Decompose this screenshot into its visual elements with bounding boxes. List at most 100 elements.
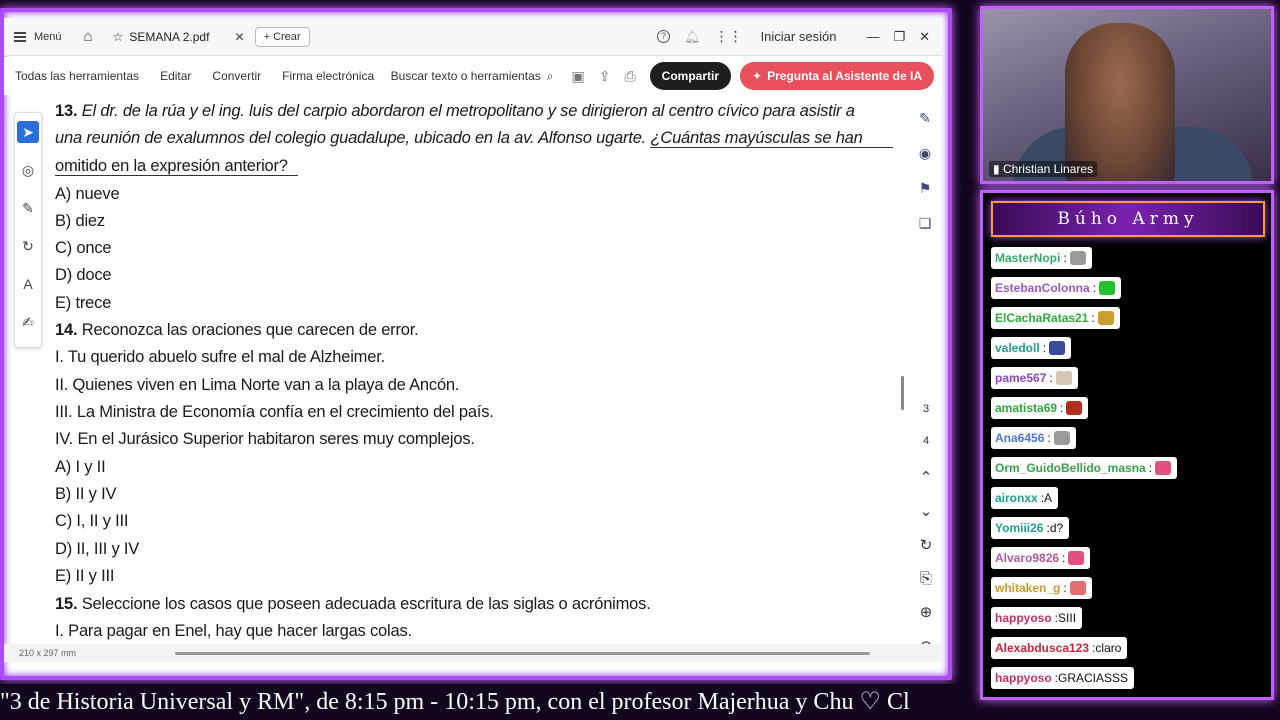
minimize-icon[interactable]: —	[866, 29, 879, 44]
chat-username[interactable]: aironxx	[995, 491, 1038, 505]
chat-username[interactable]: MasterNopi	[995, 251, 1060, 265]
chat-username[interactable]: Ana6456	[995, 431, 1044, 445]
left-tool-rail: ➤ ◎ ✎ ↻ A ✍	[14, 112, 42, 348]
plus-icon: +	[263, 30, 274, 43]
bell-icon[interactable]: 🔔︎	[684, 29, 701, 45]
q13-option: A) nueve	[55, 185, 120, 203]
draw-loop-icon[interactable]: ↻	[17, 235, 39, 257]
share-button[interactable]: Compartir	[649, 62, 731, 90]
chat-emote-icon	[1055, 371, 1072, 385]
zoom-in-icon[interactable]: ⊕	[920, 603, 933, 621]
chat-username[interactable]: amatista69	[995, 401, 1057, 415]
search-tools[interactable]: Buscar texto o herramientas ⌕	[391, 69, 554, 84]
chat-message: MasterNopi:	[991, 247, 1271, 277]
sign-icon[interactable]: ✍	[17, 311, 39, 333]
chat-bubble: EstebanColonna:	[991, 277, 1122, 299]
chat-bubble: Ana6456:	[991, 427, 1076, 449]
sign-in-link[interactable]: Iniciar sesión	[761, 29, 837, 44]
toolbar-all-tools[interactable]: Todas las herramientas	[15, 69, 139, 83]
chat-bubble: ElCachaRatas21:	[991, 307, 1120, 329]
upload-icon[interactable]: ⇪	[599, 68, 611, 85]
ai-assistant-button[interactable]: ✦ Pregunta al Asistente de IA	[740, 62, 934, 90]
chat-message: ElCachaRatas21:	[991, 307, 1271, 337]
q15-text: Seleccione los casos que poseen adecuada…	[81, 595, 651, 613]
search-label: Buscar texto o herramientas	[390, 69, 541, 83]
chat-bubble: happyoso: SIII	[991, 607, 1083, 629]
chat-separator: :	[1060, 401, 1064, 415]
create-button[interactable]: + Crear	[254, 26, 310, 47]
chat-emote-icon	[1099, 281, 1116, 295]
chat-username[interactable]: Orm_GuidoBellido_masna	[995, 461, 1146, 475]
restore-icon[interactable]: ❐	[893, 29, 905, 45]
chat-username[interactable]: pame567	[995, 371, 1046, 385]
q13-number: 13.	[55, 102, 78, 120]
chat-bubble: amatista69:	[991, 397, 1089, 419]
q14-heading: 14. Reconozca las oraciones que carecen …	[55, 321, 419, 340]
close-window-icon[interactable]: ✕	[919, 29, 930, 45]
chat-message: Yomiii26: d?	[991, 517, 1271, 547]
save-icon[interactable]: ▣	[571, 68, 584, 85]
chat-separator: :	[1148, 461, 1153, 475]
chat-panel: Búho Army MasterNopi: EstebanColonna: El…	[980, 190, 1274, 700]
chat-message-list: MasterNopi: EstebanColonna: ElCachaRatas…	[991, 247, 1271, 697]
document-tab[interactable]: ☆ SEMANA 2.pdf ✕	[107, 22, 249, 52]
toolbar-edit[interactable]: Editar	[160, 69, 191, 83]
stream-ticker: "3 de Historia Universal y RM", de 8:15 …	[0, 684, 960, 720]
chat-username[interactable]: ElCachaRatas21	[995, 311, 1088, 325]
menu-button[interactable]: Menú	[14, 31, 62, 43]
chat-username[interactable]: valedoll	[995, 341, 1040, 355]
pen-icon[interactable]: ✎	[17, 197, 39, 219]
chat-username[interactable]: happyoso	[995, 671, 1052, 685]
select-cursor-icon[interactable]: ➤	[17, 121, 39, 143]
help-icon[interactable]: ?	[657, 30, 671, 43]
edit-pdf-icon[interactable]: ✎	[919, 110, 931, 127]
chat-bubble: happyoso: GRACIASSS	[991, 667, 1135, 689]
webcam-person	[1065, 23, 1175, 181]
chevron-up-icon[interactable]: ⌃	[920, 468, 933, 486]
chat-text: SIII	[1058, 611, 1077, 625]
chevron-down-icon[interactable]: ⌄	[920, 502, 933, 520]
chat-title: Búho Army	[991, 201, 1265, 237]
vertical-scrollbar[interactable]	[901, 376, 904, 410]
chat-username[interactable]: Alvaro9826	[995, 551, 1059, 565]
ai-assistant-label: Pregunta al Asistente de IA	[767, 69, 922, 83]
comment-icon[interactable]: ◎	[17, 159, 39, 181]
chat-emote-icon	[1097, 311, 1114, 325]
chat-emote-icon	[1069, 581, 1086, 595]
close-tab-icon[interactable]: ✕	[235, 30, 245, 44]
horizontal-scrollbar[interactable]	[175, 652, 870, 655]
q15-number: 15.	[55, 595, 78, 613]
page-number[interactable]: 4	[914, 430, 938, 462]
copy-pages-icon[interactable]: ❏	[919, 215, 932, 232]
q14-text: Reconozca las oraciones que carecen de e…	[81, 321, 419, 339]
chat-message: amatista69:	[991, 397, 1271, 427]
right-tool-rail: ✎ ◉ ⚑ ❏	[910, 110, 940, 232]
chat-username[interactable]: Yomiii26	[995, 521, 1043, 535]
chat-username[interactable]: Alexabdusca123	[995, 641, 1089, 655]
chat-username[interactable]: happyoso	[995, 611, 1052, 625]
q14-statement: IV. En el Jurásico Superior habitaron se…	[55, 430, 475, 448]
tab-title: SEMANA 2.pdf	[129, 29, 210, 44]
chat-message: valedoll:	[991, 337, 1271, 367]
q13-line-2: una reunión de exalumnos del colegio gua…	[55, 129, 893, 148]
page-number[interactable]: 3	[914, 398, 938, 430]
print-icon[interactable]: ⎙	[624, 68, 635, 85]
refresh-icon[interactable]: ↻	[920, 536, 933, 554]
tool-bar: Todas las herramientas Editar Convertir …	[4, 57, 942, 95]
chat-message: aironxx: A	[991, 487, 1271, 517]
bookmark-icon[interactable]: ⚑	[919, 180, 932, 197]
apps-grid-icon[interactable]: ⋮⋮	[715, 28, 743, 45]
comment-panel-icon[interactable]: ◉	[919, 145, 931, 162]
toolbar-esign[interactable]: Firma electrónica	[282, 69, 374, 83]
page-extract-icon[interactable]: ⎘	[920, 570, 932, 587]
chat-bubble: aironxx: A	[991, 487, 1059, 509]
toolbar-convert[interactable]: Convertir	[212, 69, 261, 83]
star-icon[interactable]: ☆	[113, 30, 124, 44]
chat-username[interactable]: EstebanColonna	[995, 281, 1090, 295]
chat-emote-icon	[1049, 341, 1066, 355]
q15-heading: 15. Seleccione los casos que poseen adec…	[55, 595, 651, 614]
chat-username[interactable]: whitaken_g	[995, 581, 1060, 595]
q14-statement: III. La Ministra de Economía confía en e…	[55, 403, 494, 421]
home-icon[interactable]: ⌂	[84, 28, 93, 45]
text-box-icon[interactable]: A	[17, 273, 39, 295]
